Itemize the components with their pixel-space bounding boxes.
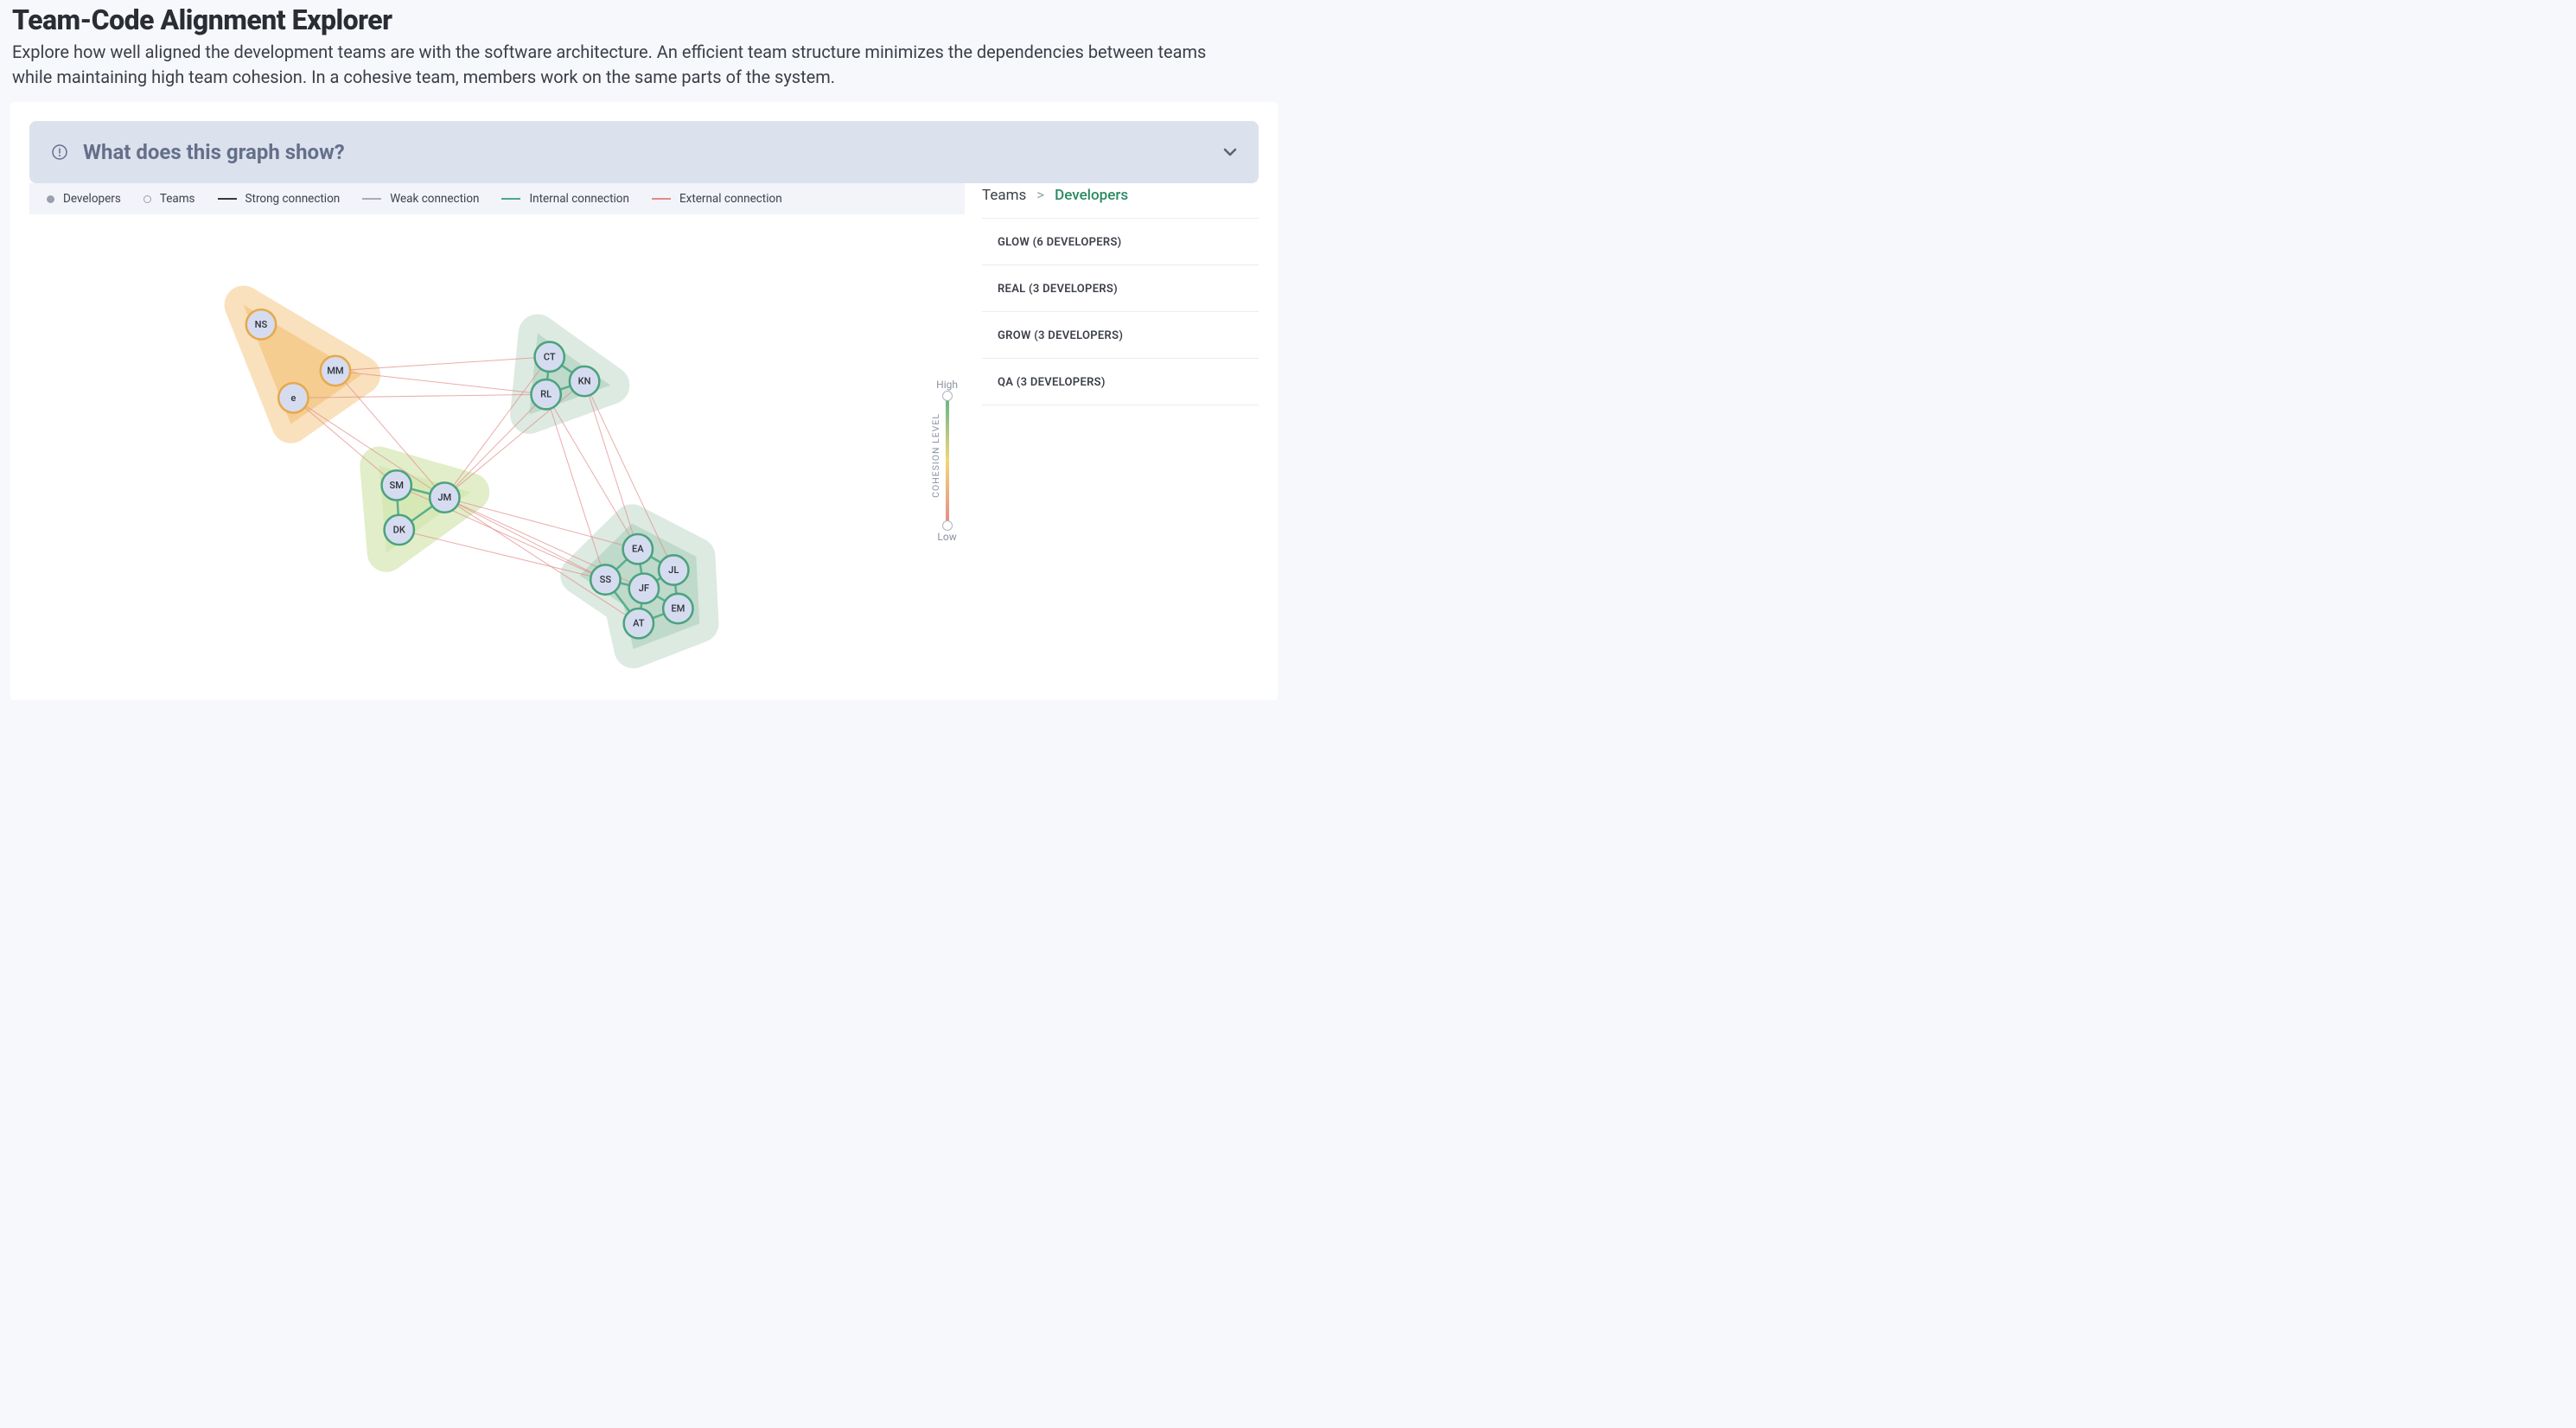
line-weak-icon (362, 198, 381, 200)
legend-teams: Teams (143, 192, 195, 206)
team-list-item[interactable]: REAL (3 DEVELOPERS) (982, 265, 1259, 311)
developer-node-label: JL (668, 564, 679, 576)
main-panel: What does this graph show? Developers Te… (10, 102, 1278, 700)
developer-node-label: SS (600, 574, 612, 585)
breadcrumb-leaf[interactable]: Developers (1055, 187, 1128, 204)
edge-external (293, 398, 396, 485)
breadcrumb-sep-icon: > (1036, 187, 1044, 204)
legend-internal: Internal connection (501, 192, 628, 206)
graph-canvas[interactable]: NS MM e CT KN RL SM JM DK EA JL SS JF EM AT High COHES… (29, 220, 965, 700)
legend-weak: Weak connection (362, 192, 479, 206)
team-list-item[interactable]: GLOW (6 DEVELOPERS) (982, 218, 1259, 265)
chevron-down-icon (1221, 143, 1240, 162)
edge-external (546, 394, 606, 579)
developer-node[interactable]: NS (246, 309, 276, 339)
developer-node[interactable]: EA (623, 534, 653, 564)
developer-node-label: KN (578, 376, 591, 387)
cohesion-high-label: High (936, 379, 958, 391)
developer-node[interactable]: KN (570, 367, 599, 396)
developer-node-label: SM (389, 480, 403, 491)
developer-node[interactable]: EM (663, 594, 692, 623)
developer-node[interactable]: CT (534, 342, 564, 372)
developer-node-label: NS (255, 319, 268, 330)
developer-node[interactable]: MM (321, 356, 350, 386)
developer-node-label: AT (633, 618, 645, 629)
legend-weak-label: Weak connection (390, 192, 479, 206)
page-subtitle: Explore how well aligned the development… (12, 40, 1248, 90)
developer-node[interactable]: JF (629, 574, 659, 603)
team-list-item[interactable]: GROW (3 DEVELOPERS) (982, 311, 1259, 358)
breadcrumb-root[interactable]: Teams (982, 187, 1026, 204)
legend-strong: Strong connection (218, 192, 341, 206)
info-icon (52, 144, 67, 160)
info-banner[interactable]: What does this graph show? (29, 121, 1259, 183)
developer-node-label: e (290, 392, 296, 404)
legend-external-label: External connection (679, 192, 782, 206)
team-list-item[interactable]: QA (3 DEVELOPERS) (982, 358, 1259, 405)
line-internal-icon (501, 198, 520, 200)
edge-external (546, 394, 638, 549)
legend-developers-label: Developers (63, 192, 121, 206)
breadcrumb: Teams > Developers (982, 183, 1259, 218)
team-list: GLOW (6 DEVELOPERS)REAL (3 DEVELOPERS)GR… (982, 218, 1259, 405)
developer-node-label: EA (632, 544, 644, 555)
developer-node[interactable]: AT (624, 609, 654, 638)
developer-node[interactable]: RL (531, 379, 560, 409)
page-title: Team-Code Alignment Explorer (12, 3, 1276, 36)
developer-node[interactable]: JM (430, 482, 459, 512)
legend-developers: Developers (47, 192, 121, 206)
developer-node[interactable]: SS (590, 564, 620, 594)
developer-node-label: CT (544, 351, 556, 362)
legend-teams-label: Teams (160, 192, 195, 206)
developer-node[interactable]: JL (659, 555, 688, 584)
developer-node[interactable]: SM (382, 470, 411, 500)
legend-bar: Developers Teams Strong connection Weak … (29, 183, 965, 214)
edge-external (444, 394, 545, 497)
developer-node-label: JF (639, 583, 649, 594)
cohesion-low-label: Low (936, 531, 958, 543)
developer-node-label: DK (393, 524, 406, 535)
developer-node-label: RL (540, 389, 552, 400)
legend-strong-label: Strong connection (245, 192, 341, 206)
cohesion-knob-low (942, 520, 953, 531)
line-external-icon (652, 198, 671, 200)
cohesion-legend: High COHESION LEVEL Low (936, 379, 958, 543)
edge-external (444, 498, 605, 580)
developer-node-label: MM (327, 365, 343, 376)
developer-node-label: JM (437, 492, 451, 503)
dot-hollow-icon (143, 195, 151, 203)
info-banner-title: What does this graph show? (83, 140, 345, 164)
cohesion-knob-high (942, 391, 953, 401)
developer-node-label: EM (671, 602, 685, 614)
legend-external: External connection (652, 192, 782, 206)
line-strong-icon (218, 198, 237, 200)
dot-filled-icon (47, 195, 54, 203)
legend-internal-label: Internal connection (529, 192, 628, 206)
developer-node[interactable]: DK (385, 515, 414, 545)
developer-node[interactable]: e (278, 383, 308, 412)
cohesion-axis-label: COHESION LEVEL (930, 413, 941, 498)
cohesion-gradient: COHESION LEVEL (946, 396, 949, 526)
